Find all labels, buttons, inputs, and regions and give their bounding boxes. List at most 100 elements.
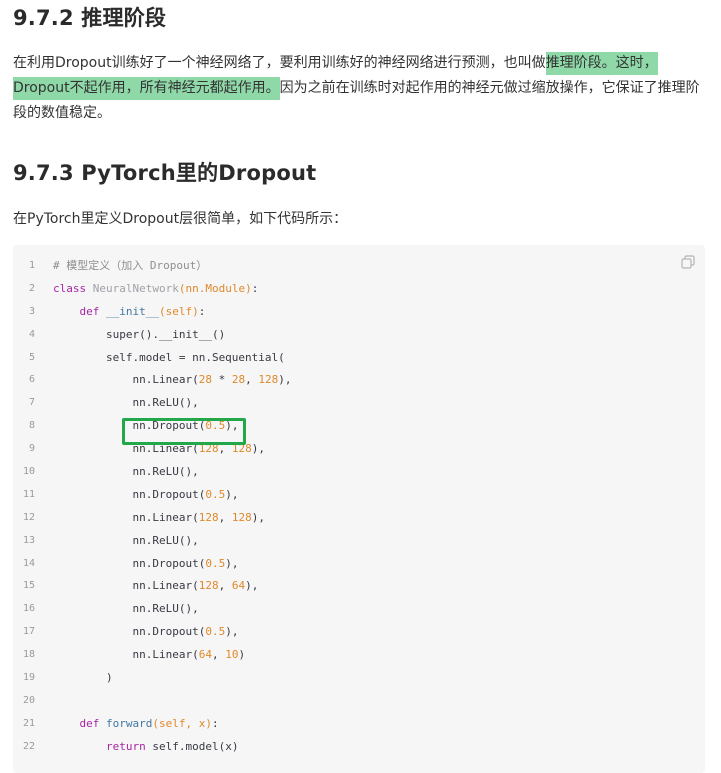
code-token: nn.Linear( — [53, 579, 199, 593]
line-number: 7 — [28, 397, 35, 409]
code-text: nn.Linear(28 * 28, 128), — [53, 369, 291, 392]
line-number: 9 — [28, 443, 35, 455]
code-text: self.model = nn.Sequential( — [53, 347, 285, 370]
code-token: nn.Dropout( — [53, 556, 206, 570]
code-token: ), — [278, 373, 292, 387]
code-token: 0.5 — [205, 419, 226, 433]
line-number: 4 — [28, 328, 35, 340]
code-token: self.model = nn.Sequential( — [53, 350, 285, 364]
line-number: 22 — [22, 740, 35, 752]
highlighted-text-1: 推理阶段。这时， — [545, 52, 658, 75]
code-token: , — [218, 579, 232, 593]
code-token: super().__init__() — [53, 327, 226, 341]
code-token: 0.5 — [205, 487, 226, 501]
line-number: 19 — [22, 672, 35, 684]
code-token: 128 — [198, 442, 219, 456]
code-text: class NeuralNetwork(nn.Module): — [53, 278, 258, 301]
code-token: ), — [225, 419, 239, 433]
line-number: 18 — [22, 649, 35, 661]
code-text: nn.Dropout(0.5), — [53, 553, 238, 576]
code-token: 0.5 — [205, 556, 226, 570]
line-number: 10 — [22, 466, 35, 478]
code-token: : — [198, 304, 206, 318]
line-number: 15 — [22, 580, 35, 592]
code-lines: 1 # 模型定义（加入 Dropout） 2 class NeuralNetwork(… — [13, 255, 705, 759]
code-line: 1 # 模型定义（加入 Dropout） — [13, 255, 705, 278]
line-number: 11 — [22, 488, 35, 500]
code-token: nn.Linear( — [53, 510, 199, 524]
section-heading-pytorch-dropout: 9.7.3 PyTorch里的Dropout — [13, 161, 317, 185]
code-line: 6 nn.Linear(28 * 28, 128), — [13, 369, 705, 392]
code-text: return self.model(x) — [53, 736, 238, 759]
code-line: 11 nn.Dropout(0.5), — [13, 484, 705, 507]
code-token: ), — [225, 487, 239, 501]
code-token: , — [211, 648, 226, 662]
line-number: 6 — [28, 374, 35, 386]
code-token: 28 — [231, 373, 246, 387]
line-number: 8 — [28, 420, 35, 432]
code-text: nn.ReLU(), — [53, 530, 198, 553]
pytorch-intro-paragraph: 在PyTorch里定义Dropout层很简单，如下代码所示： — [13, 211, 348, 227]
code-token: class — [53, 281, 93, 295]
line-number: 5 — [28, 351, 35, 363]
code-text: nn.Linear(128, 128), — [53, 507, 265, 530]
code-token: nn.Dropout( — [53, 487, 206, 501]
code-token: nn.Linear( — [53, 442, 199, 456]
line-number: 20 — [22, 694, 35, 706]
code-block: 1 # 模型定义（加入 Dropout） 2 class NeuralNetwork(… — [13, 245, 705, 773]
code-line: 2 class NeuralNetwork(nn.Module): — [13, 278, 705, 301]
code-text: nn.ReLU(), — [53, 461, 198, 484]
line-number: 12 — [22, 511, 35, 523]
code-line: 17 nn.Dropout(0.5), — [13, 621, 705, 644]
code-token: 128 — [231, 442, 252, 456]
para-text-pre: 在利用Dropout训练好了一个神经网络了，要利用训练好的神经网络进行预测，也叫… — [13, 55, 546, 71]
code-token: nn.Dropout( — [53, 625, 206, 639]
highlighted-text-2: Dropout不起作用，所有神经元都起作用。 — [13, 77, 280, 100]
code-token: ), — [245, 579, 259, 593]
code-token: , — [218, 442, 232, 456]
code-line: 20 — [13, 690, 705, 713]
code-line: 12 nn.Linear(128, 128), — [13, 507, 705, 530]
line-number: 21 — [22, 717, 35, 729]
code-token: 28 — [198, 373, 212, 387]
code-token: 128 — [198, 510, 219, 524]
code-text: nn.ReLU(), — [53, 392, 198, 415]
code-token: ), — [251, 510, 265, 524]
code-token: : — [211, 716, 219, 730]
code-token: : — [251, 281, 259, 295]
code-text: # 模型定义（加入 Dropout） — [53, 255, 207, 278]
code-text: nn.Dropout(0.5), — [53, 621, 238, 644]
inference-paragraph: 在利用Dropout训练好了一个神经网络了，要利用训练好的神经网络进行预测，也叫… — [13, 51, 703, 126]
code-token: , — [245, 373, 259, 387]
code-token: self.model(x) — [152, 739, 239, 753]
code-token: NeuralNetwork — [92, 281, 179, 295]
line-number: 2 — [28, 282, 35, 294]
code-token: ), — [225, 625, 239, 639]
line-number: 16 — [22, 603, 35, 615]
code-token: ), — [225, 556, 239, 570]
code-line: 16 nn.ReLU(), — [13, 598, 705, 621]
line-number: 17 — [22, 626, 35, 638]
code-token: def — [53, 716, 106, 730]
line-number: 1 — [28, 260, 35, 271]
code-line: 3 def __init__(self): — [13, 301, 705, 324]
code-token: * — [211, 373, 232, 387]
code-token: (self, x) — [152, 716, 212, 730]
code-text: nn.Linear(128, 64), — [53, 575, 258, 598]
code-token: 10 — [225, 648, 239, 662]
code-line: 18 nn.Linear(64, 10) — [13, 644, 705, 667]
code-token: ) — [53, 671, 113, 685]
code-token: 64 — [198, 648, 212, 662]
code-token: def — [53, 304, 106, 318]
code-token: nn.Dropout( — [53, 419, 206, 433]
code-token: __init__ — [105, 304, 159, 318]
code-text: ) — [53, 667, 113, 690]
code-line: 10 nn.ReLU(), — [13, 461, 705, 484]
code-token: (nn.Module) — [178, 281, 252, 295]
line-number: 13 — [22, 534, 35, 546]
code-line: 21 def forward(self, x): — [13, 713, 705, 736]
code-text: def forward(self, x): — [53, 713, 219, 736]
section-heading-inference: 9.7.2 推理阶段 — [13, 6, 167, 30]
code-line: 13 nn.ReLU(), — [13, 530, 705, 553]
code-line: 5 self.model = nn.Sequential( — [13, 347, 705, 370]
